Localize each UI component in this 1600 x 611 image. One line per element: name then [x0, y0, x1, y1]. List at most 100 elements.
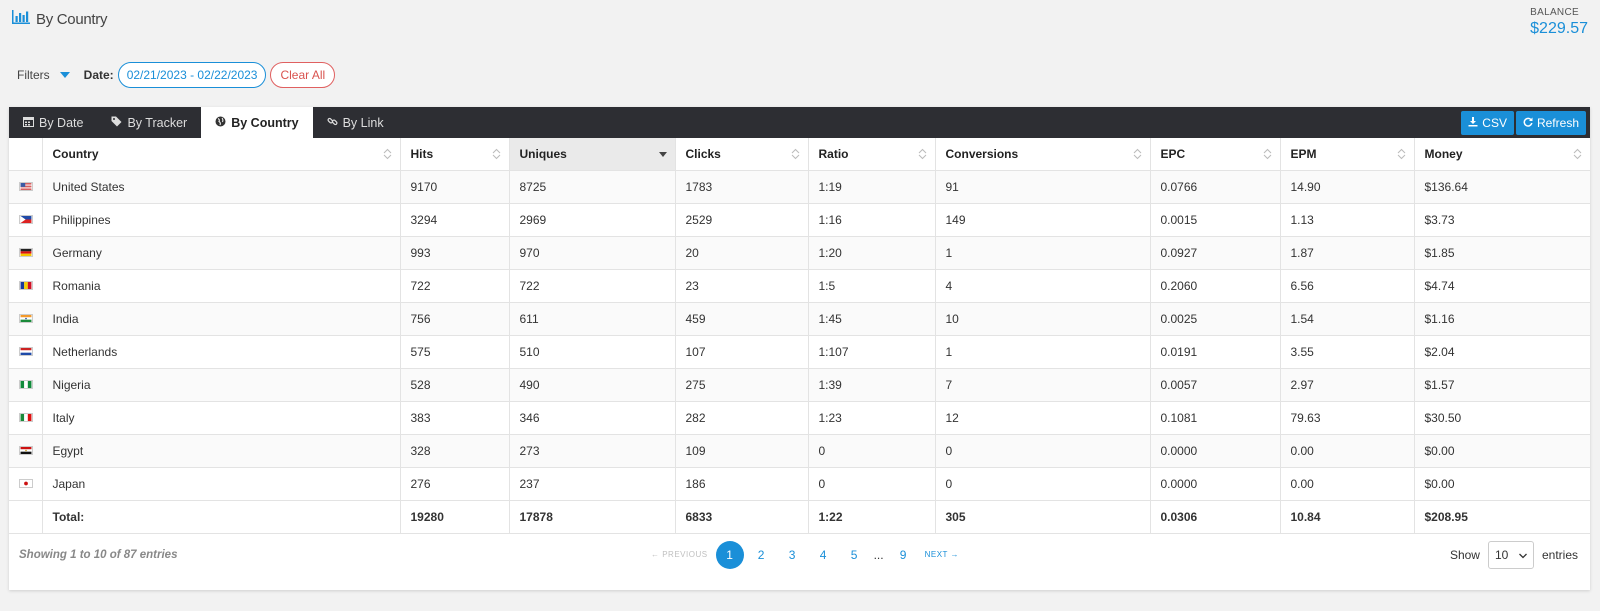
tab-by-link[interactable]: By Link	[313, 107, 398, 138]
cell-ratio: 1:23	[808, 401, 936, 435]
cell-epc: 0.0057	[1150, 368, 1281, 402]
tab-by-country[interactable]: By Country	[201, 107, 313, 138]
cell-epc: 0.0766	[1150, 170, 1281, 204]
flag-column-header	[9, 138, 43, 171]
tab-label: By Tracker	[127, 115, 188, 130]
country-stats-table: Country Hits Uniques Clicks Ratio Conver…	[9, 138, 1590, 534]
cell-uniques: 273	[509, 434, 676, 468]
cell-ratio: 1:107	[808, 335, 936, 369]
cell-hits: 722	[400, 269, 510, 303]
column-header-epm[interactable]: EPM	[1280, 138, 1415, 171]
balance-widget: BALANCE $229.57	[1530, 7, 1588, 38]
cell-epm: 0.00	[1280, 434, 1415, 468]
cell-epc: 0.2060	[1150, 269, 1281, 303]
column-header-country[interactable]: Country	[42, 138, 401, 171]
column-header-ratio[interactable]: Ratio	[808, 138, 936, 171]
column-header-conversions[interactable]: Conversions	[935, 138, 1151, 171]
page-length-value: 10	[1494, 548, 1509, 562]
cell-hits: 9170	[400, 170, 510, 204]
page-link-4[interactable]: 4	[808, 548, 839, 562]
cell-country: Philippines	[42, 203, 401, 237]
page-link-3[interactable]: 3	[777, 548, 808, 562]
cell-ratio: 0	[808, 467, 936, 501]
cell-hits: 756	[400, 302, 510, 336]
caret-down-icon[interactable]	[59, 72, 70, 78]
cell-ratio: 0	[808, 434, 936, 468]
sort-icon	[383, 148, 391, 160]
cell-country: Germany	[42, 236, 401, 270]
cell-clicks: 107	[675, 335, 809, 369]
column-header-money[interactable]: Money	[1414, 138, 1590, 171]
cell-uniques: 8725	[509, 170, 676, 204]
cell-country: Italy	[42, 401, 401, 435]
tab-by-date[interactable]: By Date	[9, 107, 97, 138]
table-row: India 756 611 459 1:45 10 0.0025 1.54 $1.16	[9, 302, 1590, 336]
previous-page-link[interactable]: ← PREVIOUS	[645, 550, 714, 559]
table-row: Netherlands 575 510 107 1:107 1 0.0191 3.55 $2.0…	[9, 335, 1590, 369]
sort-icon	[918, 148, 926, 160]
column-header-epc[interactable]: EPC	[1150, 138, 1281, 171]
cell-epm: 0.00	[1280, 467, 1415, 501]
refresh-label: Refresh	[1536, 116, 1579, 130]
table-total-row: Total: 19280 17878 6833 1:22 305 0.0306 10.84 $2…	[9, 500, 1590, 534]
table-row: Philippines 3294 2969 2529 1:16 149 0.0015 1.13…	[9, 203, 1590, 237]
flag-cell	[9, 170, 43, 204]
flag-cell	[9, 302, 43, 336]
tab-label: By Link	[342, 115, 384, 130]
cell-conversions: 7	[935, 368, 1151, 402]
cell-conversions: 4	[935, 269, 1151, 303]
cell-country: Egypt	[42, 434, 401, 468]
cell-epm: 6.56	[1280, 269, 1415, 303]
cell-conversions: 0	[935, 434, 1151, 468]
flag-eg-icon	[19, 446, 42, 455]
cell-epm: 3.55	[1280, 335, 1415, 369]
cell-hits: 328	[400, 434, 510, 468]
cell-conversions: 0	[935, 467, 1151, 501]
next-page-link[interactable]: NEXT →	[919, 550, 965, 559]
cell-ratio: 1:5	[808, 269, 936, 303]
total-ratio: 1:22	[808, 500, 936, 534]
download-icon	[1468, 116, 1478, 130]
cell-epm: 1.13	[1280, 203, 1415, 237]
bar-chart-icon	[12, 10, 30, 29]
total-epc: 0.0306	[1150, 500, 1281, 534]
page-length-select[interactable]: 10	[1487, 541, 1534, 569]
clear-all-button[interactable]: Clear All	[270, 62, 336, 88]
page-link-9[interactable]: 9	[888, 548, 919, 562]
total-hits: 19280	[400, 500, 510, 534]
date-range-pill[interactable]: 02/21/2023 - 02/22/2023	[117, 62, 267, 88]
flag-cell	[9, 335, 43, 369]
flag-in-icon	[19, 314, 42, 323]
filter-bar: Filters Date: 02/21/2023 - 02/22/2023 Cl…	[17, 62, 336, 88]
flag-cell	[9, 203, 43, 237]
cell-money: $136.64	[1414, 170, 1590, 204]
cell-country: United States	[42, 170, 401, 204]
column-header-hits[interactable]: Hits	[400, 138, 510, 171]
filters-toggle-label[interactable]: Filters	[17, 68, 50, 82]
page-link-1[interactable]: 1	[715, 540, 744, 569]
tab-by-tracker[interactable]: By Tracker	[97, 107, 201, 138]
page-header: By Country	[12, 10, 108, 29]
flag-ro-icon	[19, 281, 42, 290]
csv-button[interactable]: CSV	[1461, 111, 1514, 135]
cell-clicks: 20	[675, 236, 809, 270]
total-label: Total:	[42, 500, 401, 534]
column-header-clicks[interactable]: Clicks	[675, 138, 809, 171]
column-header-uniques[interactable]: Uniques	[509, 138, 676, 171]
page-link-2[interactable]: 2	[746, 548, 777, 562]
flag-cell	[9, 236, 43, 270]
cell-money: $2.04	[1414, 335, 1590, 369]
entries-info: Showing 1 to 10 of 87 entries	[19, 549, 178, 561]
total-uniques: 17878	[509, 500, 676, 534]
cell-epc: 0.0015	[1150, 203, 1281, 237]
flag-ph-icon	[19, 215, 42, 224]
globe-icon	[215, 116, 226, 130]
cell-money: $1.85	[1414, 236, 1590, 270]
refresh-button[interactable]: Refresh	[1515, 111, 1586, 135]
sort-icon	[1133, 148, 1141, 160]
table-header-row: Country Hits Uniques Clicks Ratio Conver…	[9, 138, 1590, 171]
page-link-5[interactable]: 5	[839, 548, 870, 562]
balance-label: BALANCE	[1530, 7, 1579, 18]
table-row: Nigeria 528 490 275 1:39 7 0.0057 2.97 $1.57	[9, 368, 1590, 402]
cell-clicks: 282	[675, 401, 809, 435]
